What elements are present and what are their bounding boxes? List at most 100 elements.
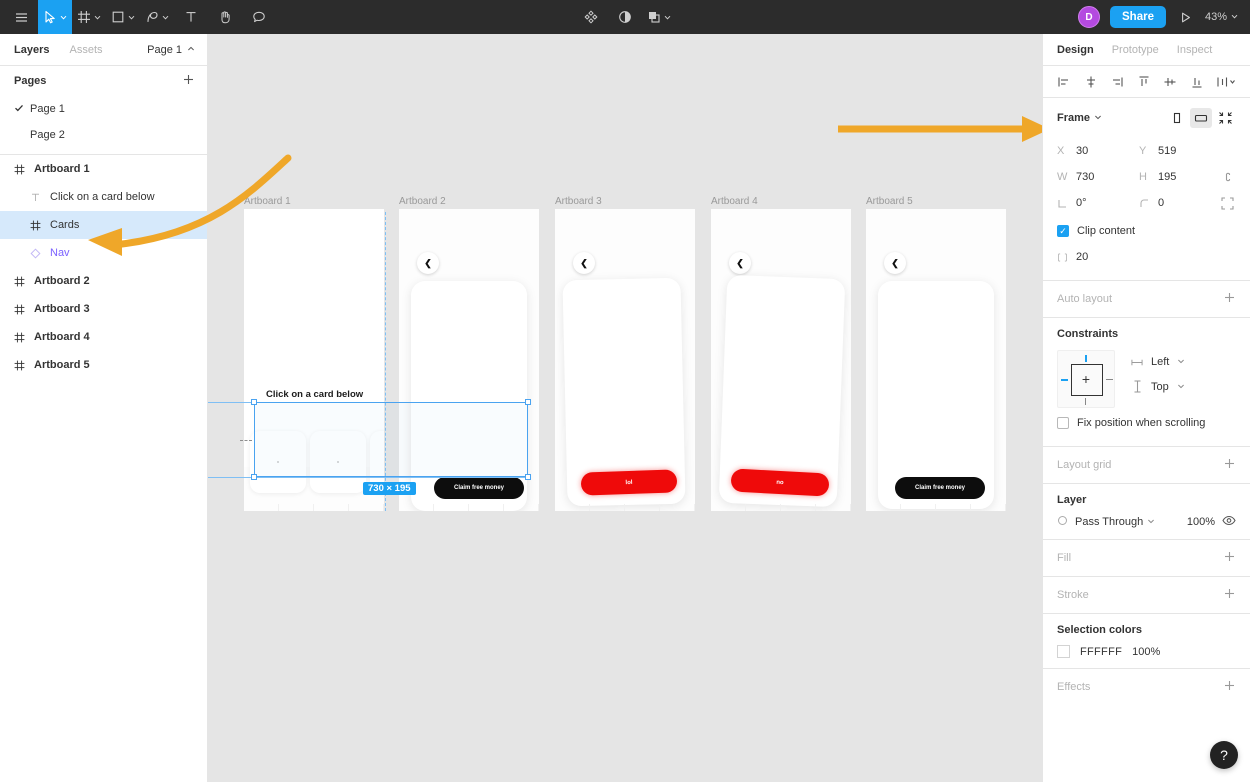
corner-radius-field[interactable]: 0 [1139,197,1221,209]
vertical-constraint-dropdown[interactable]: Top [1131,380,1185,393]
x-field[interactable]: X 30 [1057,145,1139,157]
page-item-2[interactable]: Page 2 [0,122,207,148]
share-button[interactable]: Share [1110,6,1166,28]
visibility-eye-icon[interactable] [1222,515,1236,529]
main-menu-button[interactable] [4,0,38,34]
tab-inspect[interactable]: Inspect [1177,44,1212,56]
selection-handle-top-left[interactable] [251,399,257,405]
artboard-5[interactable]: ❮ Claim free money [866,209,1006,511]
avatar[interactable]: D [1078,6,1100,28]
fix-position-checkbox[interactable] [1057,417,1069,429]
selection-handle-bottom-right[interactable] [525,474,531,480]
artboard-3[interactable]: ❮ lol [555,209,695,511]
help-button[interactable]: ? [1210,741,1238,769]
pen-tool-chevron-down-icon[interactable] [162,14,169,21]
height-field[interactable]: H 195 [1139,171,1221,183]
back-button[interactable]: ❮ [729,252,751,274]
y-field[interactable]: Y 519 [1139,145,1221,157]
tab-design[interactable]: Design [1057,44,1094,56]
artboard-label[interactable]: Artboard 2 [399,196,446,207]
clip-content-row[interactable]: ✓ Clip content [1057,218,1236,244]
layer-artboard-3[interactable]: Artboard 3 [0,295,207,323]
back-button[interactable]: ❮ [417,252,439,274]
artboard-label[interactable]: Artboard 1 [244,196,291,207]
components-icon[interactable] [574,0,608,34]
selection-color-row[interactable]: FFFFFF 100% [1057,645,1236,658]
distribute-icon[interactable] [1216,75,1236,89]
shape-tool[interactable] [106,0,140,34]
blend-mode-chevron-down-icon[interactable] [1147,516,1155,528]
layer-artboard-5[interactable]: Artboard 5 [0,351,207,379]
selection-handle-bottom-left[interactable] [251,474,257,480]
resize-to-fit-icon[interactable] [1214,108,1236,128]
move-tool-chevron-down-icon[interactable] [60,14,67,21]
layer-artboard-2[interactable]: Artboard 2 [0,267,207,295]
align-left-icon[interactable] [1057,75,1071,89]
selection-bounding-box[interactable] [254,402,528,477]
color-swatch[interactable] [1057,645,1070,658]
align-bottom-icon[interactable] [1190,75,1204,89]
add-auto-layout-button[interactable] [1223,291,1236,307]
zoom-chevron-down-icon[interactable] [1231,11,1238,23]
design-canvas[interactable]: Artboard 1 Click on a card below Artboar… [208,34,1042,782]
artboard-label[interactable]: Artboard 4 [711,196,758,207]
artboard-4[interactable]: ❮ no [711,209,851,511]
zoom-level-control[interactable]: 43% [1205,11,1242,23]
layer-opacity-value[interactable]: 100% [1187,516,1215,528]
frame-tool-chevron-down-icon[interactable] [94,14,101,21]
spacing-row[interactable]: 20 [1057,244,1236,270]
page-selector-chevron-up-icon[interactable] [187,44,195,56]
constraint-widget[interactable]: + [1057,350,1115,408]
boolean-icon[interactable] [642,0,676,34]
constraint-mark-top[interactable] [1085,355,1087,362]
portrait-orientation-button[interactable] [1166,108,1188,128]
constraint-mark-bottom[interactable] [1085,398,1086,405]
phone-card[interactable] [878,281,994,509]
frame-tool[interactable] [72,0,106,34]
claim-button[interactable]: Claim free money [895,477,985,499]
mask-icon[interactable] [608,0,642,34]
align-right-icon[interactable] [1110,75,1124,89]
tab-layers[interactable]: Layers [14,44,49,56]
text-tool[interactable] [174,0,208,34]
landscape-orientation-button[interactable] [1190,108,1212,128]
comment-tool[interactable] [242,0,276,34]
layer-cards[interactable]: Cards [0,211,207,239]
layer-nav[interactable]: Nav [0,239,207,267]
layer-click-on-a-card-below[interactable]: Click on a card below [0,183,207,211]
shape-tool-chevron-down-icon[interactable] [128,14,135,21]
independent-corners-icon[interactable] [1221,196,1234,210]
artboard-label[interactable]: Artboard 3 [555,196,602,207]
align-top-icon[interactable] [1137,75,1151,89]
align-vertical-center-icon[interactable] [1163,75,1177,89]
hand-tool[interactable] [208,0,242,34]
tab-prototype[interactable]: Prototype [1112,44,1159,56]
present-button[interactable] [1176,11,1195,24]
constraint-mark-right[interactable] [1106,379,1113,380]
frame-chevron-down-icon[interactable] [1094,112,1102,124]
page-selector[interactable]: Page 1 [147,44,195,56]
claim-button[interactable]: Claim free money [434,477,524,499]
proportion-lock-icon[interactable] [1222,170,1234,184]
artboard-label[interactable]: Artboard 5 [866,196,913,207]
action-button[interactable]: lol [580,469,678,496]
constraint-mark-left[interactable] [1061,379,1068,381]
back-button[interactable]: ❮ [573,252,595,274]
boolean-chevron-down-icon[interactable] [664,14,671,21]
width-field[interactable]: W 730 [1057,171,1139,183]
rotation-field[interactable]: 0° [1057,197,1139,209]
add-layout-grid-button[interactable] [1223,457,1236,473]
vertical-constraint-chevron-down-icon[interactable] [1177,381,1185,393]
horizontal-constraint-chevron-down-icon[interactable] [1177,356,1185,368]
layer-artboard-4[interactable]: Artboard 4 [0,323,207,351]
add-page-button[interactable] [182,73,195,89]
selection-handle-top-right[interactable] [525,399,531,405]
fix-position-row[interactable]: Fix position when scrolling [1057,410,1236,436]
page-item-1[interactable]: Page 1 [0,96,207,122]
add-stroke-button[interactable] [1223,587,1236,603]
horizontal-constraint-dropdown[interactable]: Left [1131,356,1185,368]
pen-tool[interactable] [140,0,174,34]
layer-artboard-1[interactable]: Artboard 1 [0,155,207,183]
align-horizontal-center-icon[interactable] [1084,75,1098,89]
blend-mode-dropdown[interactable]: Pass Through [1075,516,1155,528]
